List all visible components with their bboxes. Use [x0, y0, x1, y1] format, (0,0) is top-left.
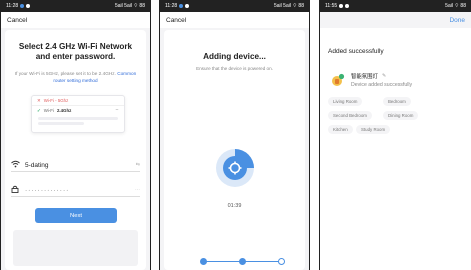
illustration-label: Wi-Fi — [43, 108, 54, 113]
bottom-panel — [13, 230, 138, 266]
top-bar: Cancel — [160, 12, 309, 28]
page-title: Adding device... — [203, 52, 266, 61]
done-button[interactable]: Done — [449, 12, 465, 28]
password-value: ·············· — [25, 186, 70, 194]
ssid-value: 5-dating — [25, 161, 49, 169]
illustration-row-24ghz: ✓ Wi-Fi 2.4Ghz ⌔ — [32, 106, 124, 115]
subtitle-text: If your Wi-Fi is 5GHz, please set it to … — [14, 71, 116, 76]
room-chip-study-room[interactable]: Study Room — [356, 125, 391, 134]
room-chip-kitchen[interactable]: Kitchen — [328, 125, 353, 134]
wifi-illustration: ✕ Wi-Fi - 5Ghz ✓ Wi-Fi 2.4Ghz ⌔ — [31, 95, 125, 133]
status-bar: 11:28 5ail 5ail ⌔ 88 — [1, 0, 150, 12]
illustration-label: Wi-Fi - 5Ghz — [43, 98, 69, 103]
notification-icon — [20, 4, 25, 8]
top-bar: Cancel — [1, 12, 150, 28]
status-indicators: 5ail ⌔ 88 — [445, 3, 466, 9]
status-time: 11:28 — [6, 3, 19, 9]
cancel-button[interactable]: Cancel — [7, 17, 27, 24]
illustration-bar — [38, 122, 84, 125]
adding-device-screen: 11:28 5ail 5ail ⌔ 88 Cancel Adding devic… — [159, 0, 310, 270]
cross-icon: ✕ — [37, 97, 41, 103]
next-button[interactable]: Next — [35, 208, 117, 223]
status-indicators: 5ail 5ail ⌔ 88 — [274, 3, 304, 9]
page-title: Added successfully — [328, 48, 384, 55]
illustration-value: 2.4Ghz — [56, 108, 72, 113]
device-name-row: 智能氛围灯 ✎ — [351, 72, 386, 80]
room-chip-living-room[interactable]: Living Room — [328, 97, 363, 106]
wifi-icon — [11, 160, 21, 170]
notification-icon — [26, 4, 31, 8]
progress-steps — [200, 258, 286, 266]
illustration-bar — [38, 117, 118, 120]
progress-spinner — [214, 147, 256, 189]
device-name: 智能氛围灯 — [351, 74, 378, 80]
step-node — [239, 258, 246, 265]
wifi-password-field[interactable]: ·············· ⋯ — [11, 184, 140, 197]
notification-icon — [345, 4, 350, 8]
show-password-icon[interactable]: ⋯ — [135, 187, 140, 193]
page-subtitle: Ensure that the device is powered on. — [196, 66, 273, 71]
illustration-row-5ghz: ✕ Wi-Fi - 5Ghz — [32, 96, 124, 106]
status-time: 11:28 — [165, 3, 178, 9]
switch-network-icon[interactable]: ⇆ — [136, 162, 140, 168]
lock-icon — [11, 185, 21, 195]
added-success-screen: 11:55 5ail ⌔ 88 Done Added successfully … — [319, 0, 471, 270]
device-status: Device added successfully — [351, 82, 413, 88]
wifi-ssid-field[interactable]: 5-dating ⇆ — [11, 159, 140, 172]
status-bar: 11:55 5ail ⌔ 88 — [320, 0, 471, 12]
notification-icon — [179, 4, 184, 8]
room-chip-bedroom[interactable]: Bedroom — [383, 97, 411, 106]
page-subtitle: If your Wi-Fi is 5GHz, please set it to … — [13, 70, 138, 84]
status-indicators: 5ail 5ail ⌔ 88 — [115, 3, 145, 9]
edit-pencil-icon[interactable]: ✎ — [382, 73, 386, 79]
page-title: Select 2.4 GHz Wi-Fi Network and enter p… — [18, 42, 133, 61]
room-chip-dining-room[interactable]: Dining Room — [383, 111, 419, 120]
notification-icon — [339, 4, 344, 8]
lamp-device-icon — [331, 73, 345, 87]
status-time: 11:55 — [325, 3, 338, 9]
room-chip-second-bedroom[interactable]: Second Bedroom — [328, 111, 372, 120]
wifi-lock-icon: ⌔ — [114, 107, 119, 113]
wifi-setup-screen: 11:28 5ail 5ail ⌔ 88 Cancel Select 2.4 G… — [0, 0, 151, 270]
cancel-button[interactable]: Cancel — [166, 17, 186, 24]
step-node — [200, 258, 207, 265]
countdown-timer: 01:39 — [227, 203, 242, 209]
step-node — [278, 258, 285, 265]
check-icon: ✓ — [37, 107, 41, 113]
status-bar: 11:28 5ail 5ail ⌔ 88 — [160, 0, 309, 12]
content-card — [320, 28, 471, 270]
notification-icon — [185, 4, 190, 8]
